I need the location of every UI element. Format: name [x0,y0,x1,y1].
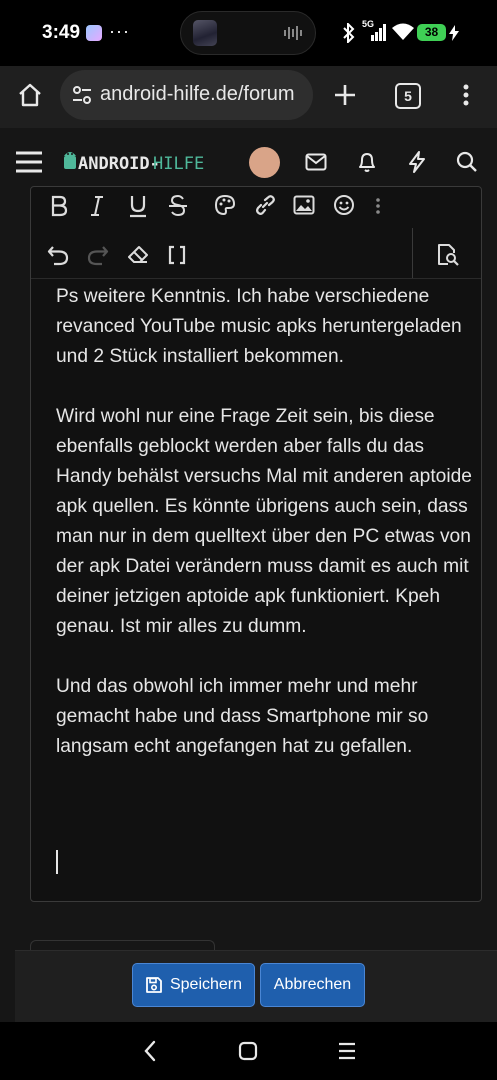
media-thumbnail [193,20,217,46]
save-button[interactable]: Speichern [132,963,255,1007]
strikethrough-icon[interactable] [168,194,188,218]
back-icon[interactable] [143,1040,157,1062]
lightning-icon[interactable] [408,151,426,173]
tab-switcher-button[interactable]: 5 [395,83,421,109]
home-nav-icon[interactable] [238,1041,258,1061]
text-color-palette-icon[interactable] [214,194,236,216]
toolbar-divider [412,228,413,278]
wifi-icon [392,23,414,40]
image-icon[interactable] [293,195,315,215]
form-action-bar [15,950,497,1023]
undo-icon[interactable] [47,244,69,266]
toolbar-separator [31,278,481,279]
site-logo-hilfe[interactable]: HILFE [153,154,204,174]
url-text[interactable]: android-hilfe.de/forum [100,83,308,106]
redo-icon [87,246,109,266]
preview-icon[interactable] [436,243,460,267]
editor-content[interactable]: Ps weitere Kenntnis. Ich habe verschiede… [56,282,476,792]
hamburger-menu-icon[interactable] [15,150,43,174]
cancel-button-label: Abbrechen [273,976,352,993]
notification-app-icon [86,25,102,41]
more-notifications-indicator: ··· [109,21,130,41]
recent-apps-icon[interactable] [337,1042,357,1060]
underline-icon[interactable] [128,194,148,218]
new-tab-icon[interactable] [333,83,357,107]
editor-paragraph: Ps weitere Kenntnis. Ich habe verschiede… [56,286,462,367]
charging-icon [449,25,459,41]
more-options-icon[interactable] [375,197,381,215]
status-time: 3:49 [42,22,81,43]
android-logo-icon [64,152,76,169]
avatar[interactable] [249,147,280,178]
italic-icon[interactable] [90,195,104,217]
save-icon [146,977,162,993]
messages-icon[interactable] [305,153,327,171]
editor-paragraph: Und das obwohl ich immer mehr und mehr g… [56,676,429,757]
eraser-icon[interactable] [127,245,149,265]
site-logo-android[interactable]: ANDROID- [78,154,160,174]
bbcode-brackets-icon[interactable] [167,245,187,265]
text-caret [56,850,58,874]
link-icon[interactable] [254,194,276,216]
battery-indicator: 38 [417,24,446,41]
bell-icon[interactable] [356,151,378,173]
search-icon[interactable] [456,151,478,173]
cancel-button[interactable]: Abbrechen [260,963,365,1007]
save-button-label: Speichern [169,976,243,993]
bold-icon[interactable] [50,195,68,217]
editor-paragraph: Wird wohl nur eine Frage Zeit sein, bis … [56,406,472,637]
site-settings-icon[interactable] [72,85,92,105]
browser-menu-icon[interactable] [462,83,470,107]
bluetooth-icon [343,23,355,43]
audio-wave-icon [284,26,302,40]
signal-strength-icon [371,24,386,41]
home-icon[interactable] [17,82,43,108]
emoji-icon[interactable] [333,194,355,216]
